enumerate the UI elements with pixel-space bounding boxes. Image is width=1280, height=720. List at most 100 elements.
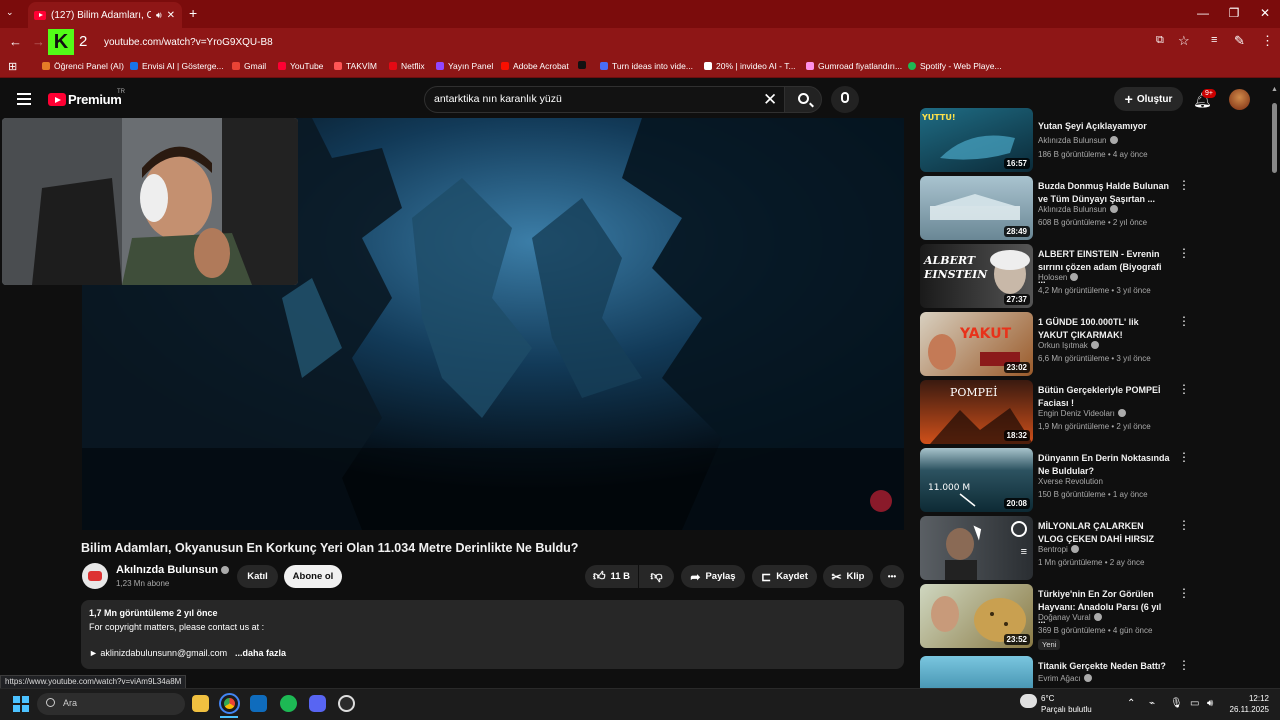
clip-button[interactable]: ✂ Klip xyxy=(823,565,873,588)
account-avatar[interactable] xyxy=(1229,89,1250,110)
close-window-button[interactable]: ✕ xyxy=(1250,6,1280,20)
outlook-icon[interactable] xyxy=(250,695,267,712)
bookmark-item[interactable] xyxy=(578,61,586,69)
recommended-video[interactable]: YAKUT 23:02 1 GÜNDE 100.000TL' lik YAKUT… xyxy=(920,312,1192,376)
dislike-button[interactable]: 👎︎ xyxy=(639,565,674,588)
show-more-link[interactable]: ...daha fazla xyxy=(235,648,286,658)
video-thumbnail[interactable]: YAKUT 23:02 xyxy=(920,312,1033,376)
minimize-button[interactable]: — xyxy=(1188,6,1218,20)
weather-cloud-icon[interactable] xyxy=(1020,694,1037,708)
recommended-video[interactable]: YUTTU! 16:57 Yutan Şeyi Açıklayamıyor Ak… xyxy=(920,108,1192,172)
address-bar[interactable]: youtube.com/watch?v=YroG9XQU-B8 xyxy=(104,37,273,48)
video-thumbnail[interactable] xyxy=(920,656,1033,688)
playlist-icon[interactable]: ≡ xyxy=(1211,34,1217,46)
bookmark-item[interactable]: Turn ideas into vide... xyxy=(600,61,693,71)
save-button[interactable]: ⊏ Kaydet xyxy=(752,565,817,588)
menu-kebab-icon[interactable]: ⋮ xyxy=(1261,33,1274,49)
discord-icon[interactable] xyxy=(309,695,326,712)
recommended-video[interactable]: ≡ MİLYONLAR ÇALARKEN VLOG ÇEKEN DAHİ HIR… xyxy=(920,516,1192,580)
youtube-premium-logo[interactable]: Premium xyxy=(68,92,122,107)
video-thumbnail[interactable]: 11.000 M 20:08 xyxy=(920,448,1033,512)
tab-search-icon[interactable]: ⌄ xyxy=(6,7,14,18)
recommended-video[interactable]: 11.000 M 20:08 Dünyanın En Derin Noktası… xyxy=(920,448,1192,512)
clear-search-icon[interactable]: ✕ xyxy=(763,90,777,110)
weather-widget[interactable]: 6°C Parçalı bulutlu xyxy=(1041,693,1092,715)
channel-name[interactable]: Holosen xyxy=(1038,273,1079,282)
video-title[interactable]: 1 GÜNDE 100.000TL' lik YAKUT ÇIKARMAK! xyxy=(1038,316,1170,342)
channel-name[interactable]: Aklınızda Bulunsun xyxy=(1038,205,1118,214)
windows-start-icon[interactable] xyxy=(13,696,29,712)
system-clock[interactable]: 12:12 26.11.2025 xyxy=(1223,693,1269,715)
more-options-icon[interactable]: ⋮ xyxy=(1178,586,1190,600)
forward-arrow-icon[interactable]: → xyxy=(32,34,45,49)
scrollbar-thumb[interactable] xyxy=(1272,103,1277,173)
channel-name[interactable]: Doğanay Vural xyxy=(1038,613,1102,622)
page-scrollbar[interactable] xyxy=(1270,98,1278,698)
more-options-icon[interactable]: ⋮ xyxy=(1178,658,1190,672)
bookmark-item[interactable]: Yayın Panel xyxy=(436,61,493,71)
video-thumbnail[interactable]: ALBERT EINSTEIN 27:37 xyxy=(920,244,1033,308)
monitor-icon[interactable]: ▭ xyxy=(1190,698,1199,709)
search-query[interactable]: antarktika nın karanlık yüzü xyxy=(434,93,562,105)
show-hidden-icons-icon[interactable]: ⌃ xyxy=(1127,698,1135,709)
share-button[interactable]: ➦ Paylaş xyxy=(681,565,745,588)
channel-name[interactable]: Evrim Ağacı xyxy=(1038,674,1092,683)
video-thumbnail[interactable]: YUTTU! 16:57 xyxy=(920,108,1033,172)
extension-icon[interactable]: 2 xyxy=(79,33,87,50)
more-actions-button[interactable]: ••• xyxy=(880,565,904,588)
join-button[interactable]: Katıl xyxy=(237,565,278,588)
channel-name[interactable]: Aklınızda Bulunsun xyxy=(1038,136,1118,145)
channel-name[interactable]: Xverse Revolution xyxy=(1038,477,1103,486)
watch-later-icon[interactable] xyxy=(1011,521,1027,537)
channel-name[interactable]: Akılnızda Bulunsun xyxy=(116,564,230,576)
channel-name[interactable]: Orkun Işıtmak xyxy=(1038,341,1099,350)
volume-icon[interactable]: 🔊︎ xyxy=(1207,698,1213,709)
bookmark-item[interactable]: TAKVİM xyxy=(334,61,377,71)
more-options-icon[interactable]: ⋮ xyxy=(1178,178,1190,192)
video-title[interactable]: Yutan Şeyi Açıklayamıyor xyxy=(1038,120,1170,133)
bookmark-item[interactable]: YouTube xyxy=(278,61,323,71)
video-title[interactable]: Bütün Gerçekleriyle POMPEİ Faciası ! xyxy=(1038,384,1170,410)
subscribe-button[interactable]: Abone ol xyxy=(284,565,342,588)
like-button[interactable]: 👍︎ 11 B xyxy=(585,565,638,588)
install-app-icon[interactable]: ⧉ xyxy=(1156,34,1164,47)
kick-extension-icon[interactable]: K xyxy=(48,29,74,55)
video-title[interactable]: Buzda Donmuş Halde Bulunan ve Tüm Dünyay… xyxy=(1038,180,1170,206)
voice-search-button[interactable] xyxy=(831,86,859,113)
chrome-icon[interactable] xyxy=(219,693,240,714)
more-options-icon[interactable]: ⋮ xyxy=(1178,382,1190,396)
taskbar-search[interactable]: Ara xyxy=(37,693,185,715)
network-icon[interactable]: ⌁ xyxy=(1149,698,1155,709)
file-explorer-icon[interactable] xyxy=(192,695,209,712)
bookmark-star-icon[interactable]: ☆ xyxy=(1178,33,1190,49)
more-options-icon[interactable]: ⋮ xyxy=(1178,314,1190,328)
add-to-queue-icon[interactable]: ≡ xyxy=(1021,546,1027,558)
bookmark-item[interactable]: Envisi AI | Gösterge... xyxy=(130,61,224,71)
recommended-video[interactable]: POMPEİ 18:32 Bütün Gerçekleriyle POMPEİ … xyxy=(920,380,1192,444)
video-thumbnail[interactable]: 28:49 xyxy=(920,176,1033,240)
video-thumbnail[interactable]: POMPEİ 18:32 xyxy=(920,380,1033,444)
channel-name[interactable]: Engin Deniz Videoları xyxy=(1038,409,1126,418)
maximize-button[interactable]: ❐ xyxy=(1219,6,1249,20)
hamburger-menu-icon[interactable] xyxy=(17,93,31,105)
video-title[interactable]: Dünyanın En Derin Noktasında Ne Buldular… xyxy=(1038,452,1170,478)
audio-icon[interactable]: 🔊︎ xyxy=(156,10,162,21)
more-options-icon[interactable]: ⋮ xyxy=(1178,518,1190,532)
new-tab-button[interactable]: + xyxy=(189,5,197,21)
recommended-video[interactable]: ALBERT EINSTEIN 27:37 ALBERT EINSTEIN - E… xyxy=(920,244,1192,308)
search-button[interactable] xyxy=(784,86,822,113)
bookmark-item[interactable]: Adobe Acrobat xyxy=(501,61,569,71)
channel-name[interactable]: Bentropi xyxy=(1038,545,1079,554)
channel-avatar[interactable] xyxy=(82,563,108,589)
recommended-video[interactable]: Titanik Gerçekte Neden Battı? Evrim Ağac… xyxy=(920,656,1192,688)
bookmark-item[interactable]: 20% | invideo AI - T... xyxy=(704,61,796,71)
microphone-icon[interactable]: 🎙︎ xyxy=(1170,698,1183,709)
bookmark-item[interactable]: Spotify - Web Playe... xyxy=(908,61,1002,71)
extensions-icon[interactable]: ✎ xyxy=(1234,33,1245,49)
bookmark-item[interactable]: Gumroad fiyatlandırı... xyxy=(806,61,902,71)
tab-close-icon[interactable]: ✕ xyxy=(167,10,175,21)
video-thumbnail[interactable]: 23:52 xyxy=(920,584,1033,648)
more-options-icon[interactable]: ⋮ xyxy=(1178,246,1190,260)
video-title[interactable]: Titanik Gerçekte Neden Battı? xyxy=(1038,660,1170,673)
more-options-icon[interactable]: ⋮ xyxy=(1178,450,1190,464)
